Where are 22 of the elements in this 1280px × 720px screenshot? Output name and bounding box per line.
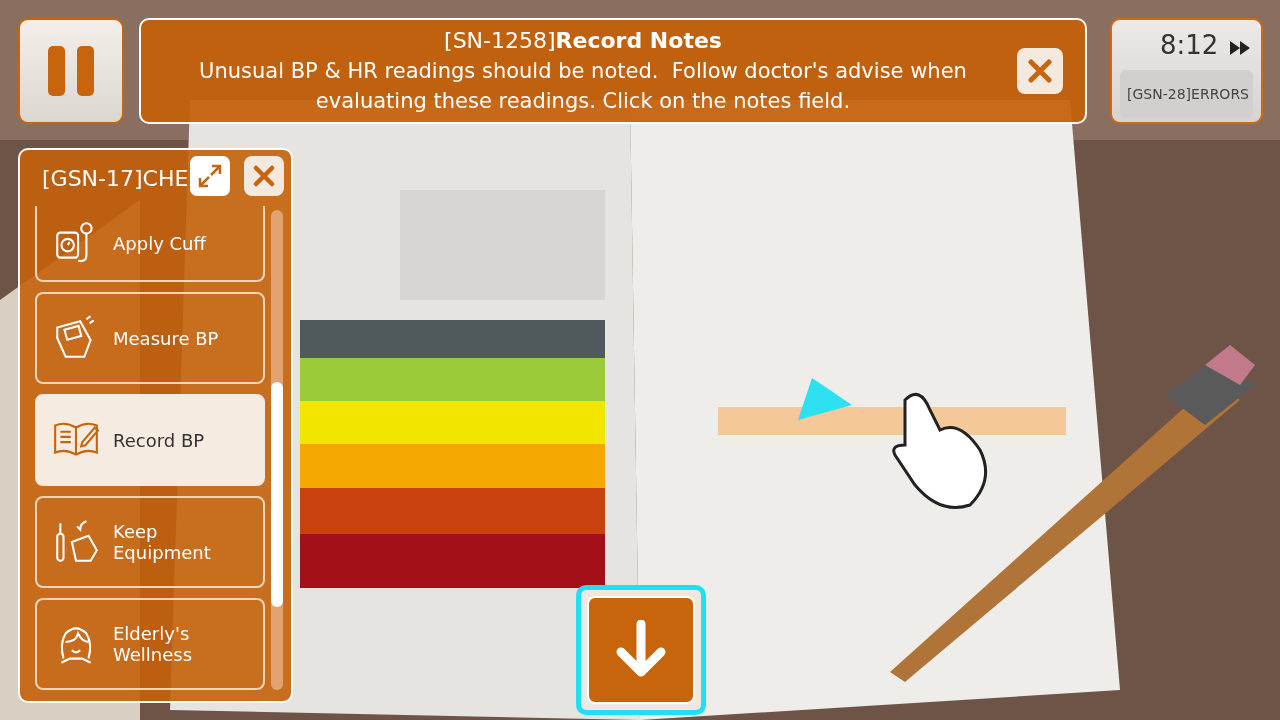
close-icon (1028, 59, 1052, 83)
close-button[interactable] (1017, 48, 1063, 94)
checklist-item[interactable]: Record BP (35, 394, 265, 486)
expand-icon (197, 163, 223, 189)
errors-label: [GSN-28]ERRORS (1120, 70, 1253, 118)
checklist-item[interactable]: Elderly's Wellness (35, 598, 265, 690)
scroll-thumb[interactable] (271, 382, 283, 607)
notice-title: [SN-1258]Record Notes (444, 27, 722, 55)
scrollbar[interactable] (271, 210, 283, 690)
pause-icon (48, 46, 94, 96)
close-button[interactable] (244, 156, 284, 196)
checklist-item[interactable]: Measure BP (35, 292, 265, 384)
expand-button[interactable] (190, 156, 230, 196)
scroll-down-button[interactable] (576, 585, 706, 715)
checklist-item[interactable]: Keep Equipment (35, 496, 265, 588)
pause-button[interactable] (18, 18, 124, 124)
fast-forward-icon[interactable] (1230, 41, 1250, 55)
checklist-title: [GSN-17]CHE (42, 166, 189, 191)
checklist-item[interactable]: Apply Cuff (35, 206, 265, 282)
timer-text: 8:12 (1160, 30, 1219, 60)
notice-message: Unusual BP & HR readings should be noted. Follow doctor's advise when evaluating these readings. Click on the notes field. (198, 58, 968, 115)
close-icon (253, 165, 275, 187)
